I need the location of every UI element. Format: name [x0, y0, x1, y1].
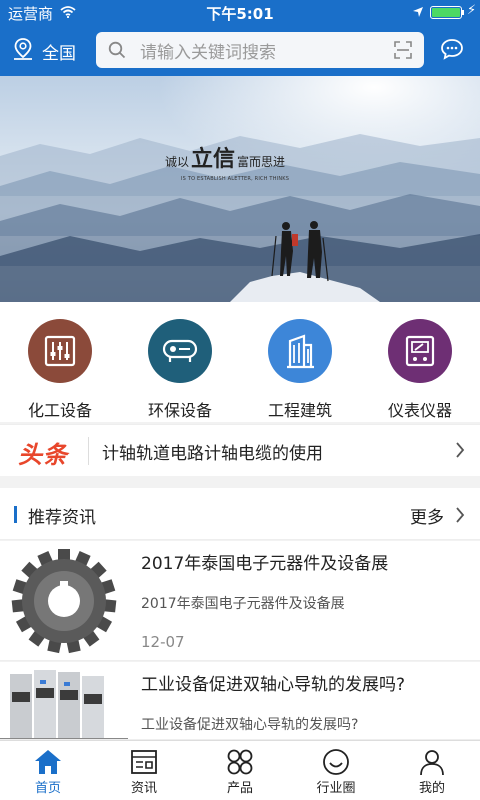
slogan-big: 立信 — [191, 146, 236, 172]
location-pin-icon — [12, 37, 34, 66]
headline-divider — [88, 437, 89, 465]
more-link[interactable]: 更多 — [410, 503, 444, 528]
category-label: 化工设备 — [27, 401, 92, 420]
home-icon — [0, 747, 96, 777]
headline-news[interactable]: 头条 计轴轨道电路计轴电缆的使用 — [0, 424, 480, 476]
recommended-section-header: 推荐资讯 更多 — [0, 488, 480, 540]
location-label: 全国 — [42, 43, 76, 64]
scan-icon[interactable] — [394, 41, 412, 64]
chevron-right-icon[interactable] — [455, 506, 465, 528]
mountain-scenery-image — [0, 76, 480, 302]
tab-label: 我的 — [418, 781, 445, 796]
hero-banner[interactable]: 诚以立信 富而思进 IS TO ESTABLISH ALETTER, RICH T… — [0, 76, 480, 302]
tab-mine[interactable]: 我的 — [384, 747, 480, 796]
search-icon — [108, 41, 126, 59]
status-bar: 运营商 下午5:01 ⚡ — [0, 0, 480, 24]
category-environmental-equipment[interactable]: 环保设备 — [120, 319, 240, 421]
meter-icon — [388, 319, 452, 383]
location-arrow-icon — [412, 4, 424, 22]
category-chemical-equipment[interactable]: 化工设备 — [0, 319, 120, 421]
user-icon — [384, 747, 480, 777]
banner-tagline: IS TO ESTABLISH ALETTER, RICH THINKS — [181, 176, 290, 182]
category-engineering-construction[interactable]: 工程建筑 — [240, 319, 360, 421]
battery-icon — [430, 6, 462, 19]
tab-label: 首页 — [34, 781, 61, 796]
building-icon — [268, 319, 332, 383]
chevron-right-icon — [455, 441, 465, 463]
news-title: 2017年泰国电子元器件及设备展 — [141, 554, 389, 574]
tab-home[interactable]: 首页 — [0, 747, 96, 796]
tab-label: 行业圈 — [316, 781, 356, 796]
tab-label: 资讯 — [130, 781, 157, 796]
grid-icon — [192, 747, 288, 777]
message-icon[interactable] — [440, 38, 464, 64]
search-input[interactable]: 请输入关键词搜索 — [96, 32, 424, 68]
mixer-icon — [28, 319, 92, 383]
printer-machine-thumbnail — [0, 662, 128, 739]
news-summary: 2017年泰国电子元器件及设备展 — [141, 596, 345, 612]
news-date: 12-07 — [141, 633, 185, 651]
charging-icon: ⚡ — [467, 3, 477, 18]
device-icon — [148, 319, 212, 383]
news-title: 工业设备促进双轴心导轨的发展吗? — [141, 675, 406, 695]
battery-tip — [462, 10, 464, 15]
tab-news[interactable]: 资讯 — [96, 747, 192, 796]
news-summary: 工业设备促进双轴心导轨的发展吗? — [141, 717, 359, 733]
news-icon — [96, 747, 192, 777]
headline-badge: 头条 — [18, 441, 68, 469]
section-accent-bar — [14, 506, 17, 523]
category-label: 环保设备 — [147, 401, 212, 420]
category-label: 工程建筑 — [267, 401, 332, 420]
category-grid: 化工设备 环保设备 工程建筑 仪表仪器 — [0, 302, 480, 422]
tab-label: 产品 — [226, 781, 253, 796]
bottom-tab-bar: 首页 资讯 产品 行业圈 我的 — [0, 740, 480, 800]
clock: 下午5:01 — [206, 5, 274, 23]
search-placeholder: 请输入关键词搜索 — [140, 42, 276, 63]
gear-thumbnail — [0, 541, 128, 661]
tab-products[interactable]: 产品 — [192, 747, 288, 796]
news-item[interactable]: 2017年泰国电子元器件及设备展 2017年泰国电子元器件及设备展 12-07 — [0, 541, 480, 661]
headline-text: 计轴轨道电路计轴电缆的使用 — [102, 444, 323, 464]
banner-slogan: 诚以立信 富而思进 — [165, 141, 285, 173]
smile-icon — [288, 747, 384, 777]
section-title: 推荐资讯 — [28, 508, 96, 528]
tab-industry-circle[interactable]: 行业圈 — [288, 747, 384, 796]
category-label: 仪表仪器 — [387, 401, 452, 420]
slogan-right: 富而思进 — [237, 155, 286, 169]
news-item[interactable]: 工业设备促进双轴心导轨的发展吗? 工业设备促进双轴心导轨的发展吗? — [0, 662, 480, 740]
location-selector[interactable]: 全国 — [12, 36, 76, 66]
slogan-left: 诚以 — [165, 155, 190, 169]
top-header: 运营商 下午5:01 ⚡ 全国 请输入关键词搜索 — [0, 0, 480, 76]
category-instruments[interactable]: 仪表仪器 — [360, 319, 480, 421]
